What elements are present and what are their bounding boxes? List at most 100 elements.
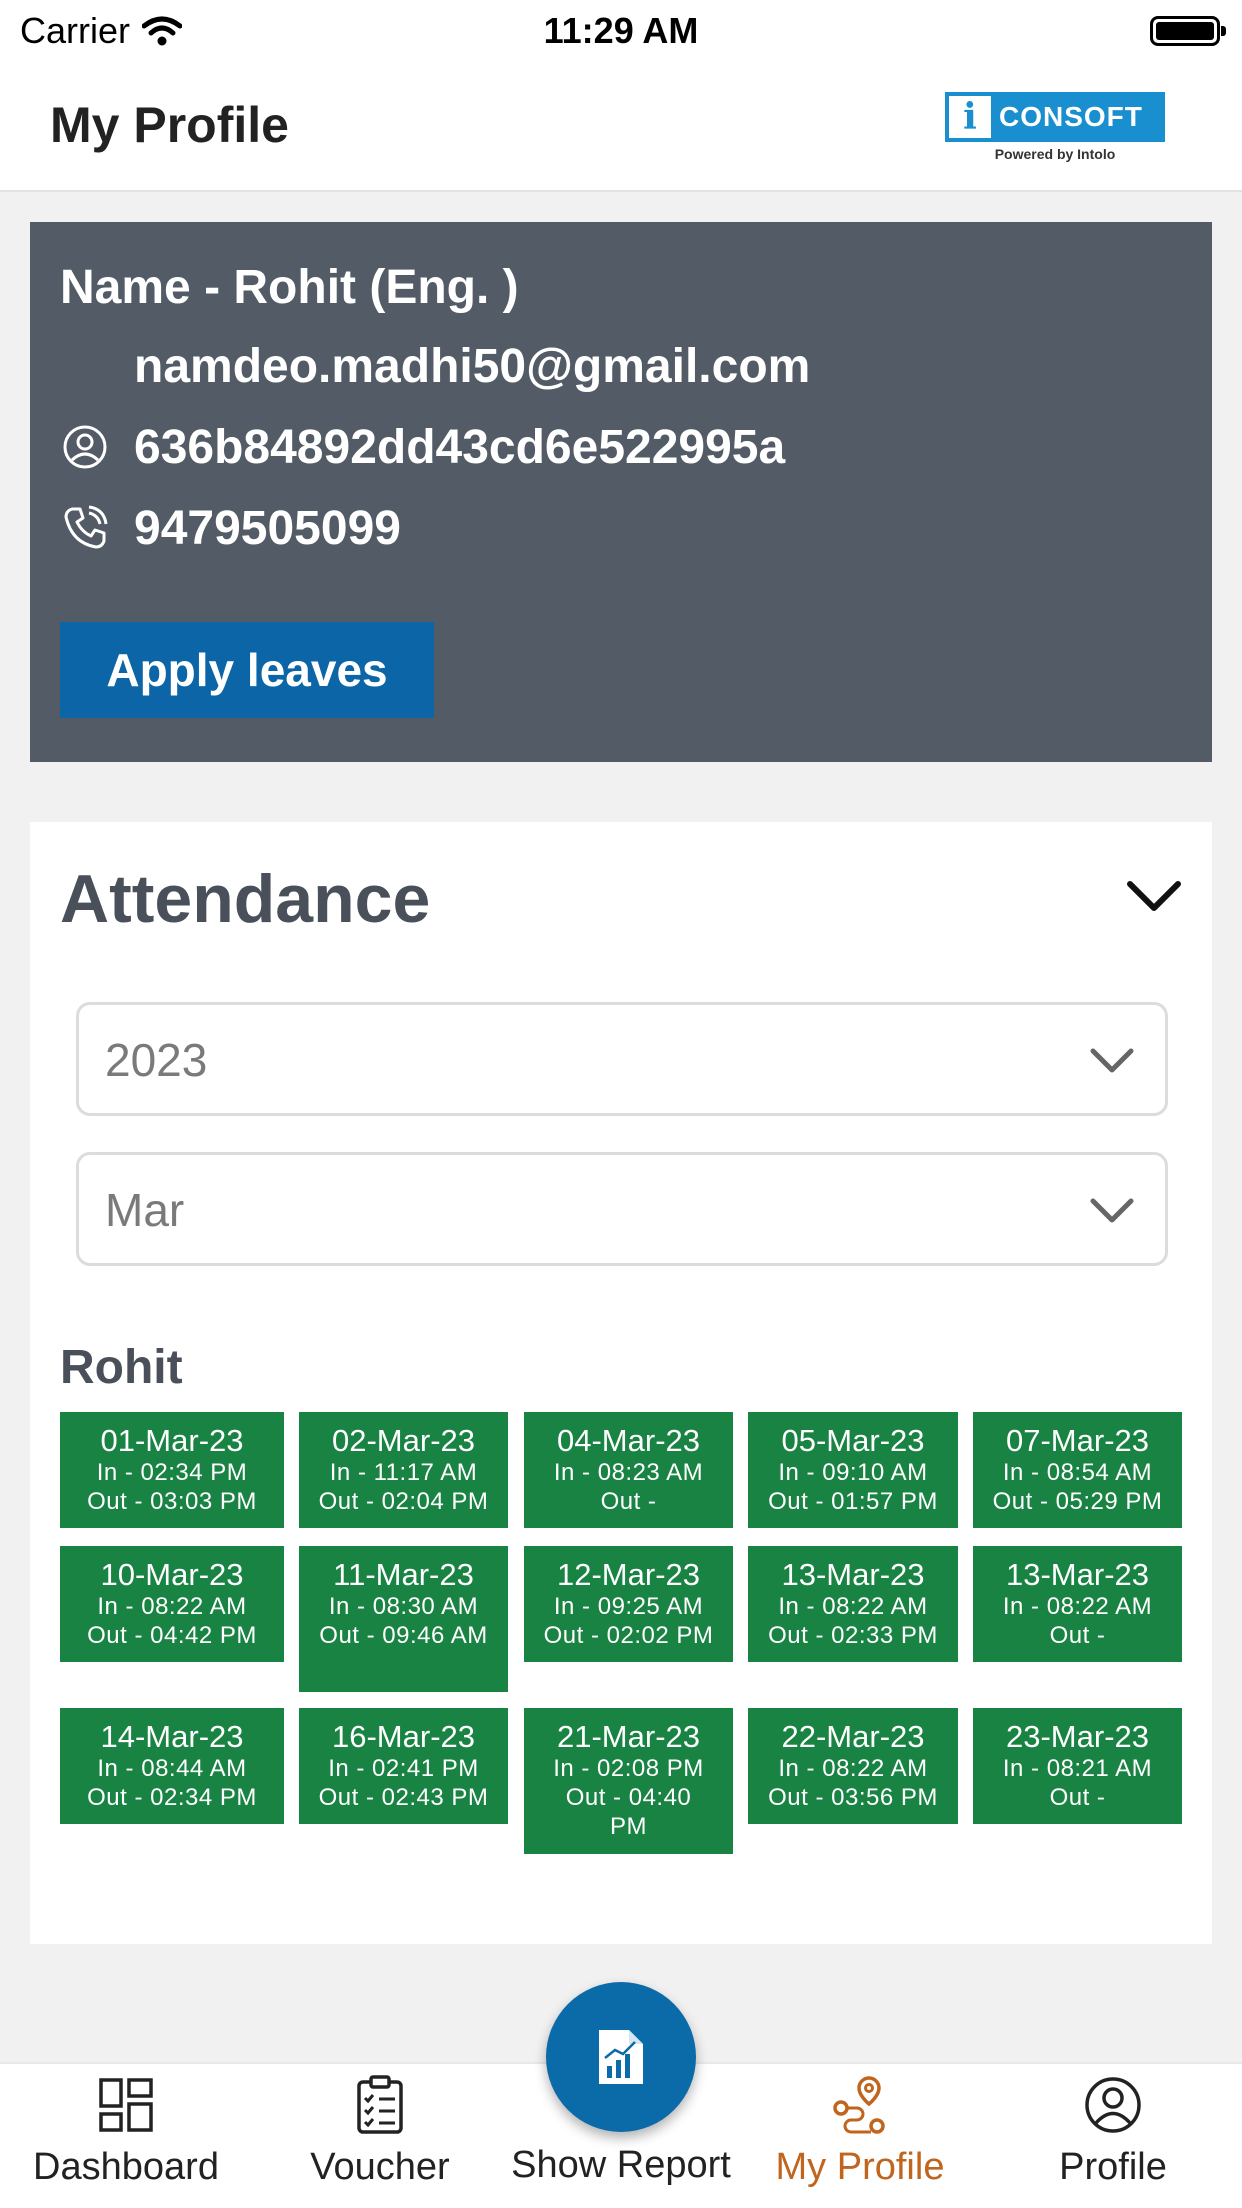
profile-email: namdeo.madhi50@gmail.com xyxy=(134,339,811,393)
nav-profile[interactable]: Profile xyxy=(1000,2064,1226,2208)
tile-date: 04-Mar-23 xyxy=(557,1423,700,1458)
attendance-tile[interactable]: 01-Mar-23 In - 02:34 PM Out - 03:03 PM xyxy=(60,1412,284,1528)
tile-in-time: In - 02:34 PM xyxy=(96,1459,248,1486)
status-time: 11:29 AM xyxy=(543,10,699,51)
attendance-tile[interactable]: 04-Mar-23 In - 08:23 AM Out - xyxy=(524,1412,733,1528)
tile-in-time: In - 08:54 AM xyxy=(1002,1459,1153,1486)
tile-in-time: In - 09:25 AM xyxy=(553,1593,704,1620)
tile-out-time: Out - xyxy=(600,1488,657,1515)
tile-in-time: In - 11:17 AM xyxy=(329,1459,478,1486)
year-select-value: 2023 xyxy=(105,1034,208,1086)
attendance-card: Attendance 2023 Mar Rohit 01-Mar-23 In -… xyxy=(30,822,1212,1944)
attendance-tile[interactable]: 02-Mar-23 In - 11:17 AM Out - 02:04 PM xyxy=(299,1412,508,1528)
tile-out-time: Out - 02:33 PM xyxy=(768,1622,938,1649)
status-bar: Carrier 11:29 AM xyxy=(0,0,1242,64)
tile-out-time: Out - 05:29 PM xyxy=(992,1488,1163,1515)
tile-in-time: In - 02:41 PM xyxy=(328,1755,479,1782)
attendance-tile[interactable]: 13-Mar-23 In - 08:22 AM Out - 02:33 PM xyxy=(748,1546,958,1662)
attendance-tile[interactable]: 10-Mar-23 In - 08:22 AM Out - 04:42 PM xyxy=(60,1546,284,1662)
profile-user-id: 636b84892dd43cd6e522995a xyxy=(134,420,786,474)
tile-date: 01-Mar-23 xyxy=(100,1423,244,1458)
clipboard-checklist-icon xyxy=(357,2075,403,2134)
tile-in-time: In - 08:30 AM xyxy=(328,1593,479,1620)
user-id-row: 636b84892dd43cd6e522995a xyxy=(60,417,785,477)
tile-date: 02-Mar-23 xyxy=(332,1423,475,1458)
tile-out-time: Out - 02:02 PM xyxy=(543,1622,714,1649)
show-report-button[interactable] xyxy=(546,1982,696,2132)
phone-row: 9479505099 xyxy=(60,498,401,558)
tile-out-time: Out - 03:56 PM xyxy=(768,1784,938,1811)
attendance-tile[interactable]: 12-Mar-23 In - 09:25 AM Out - 02:02 PM xyxy=(524,1546,733,1662)
nav-dashboard[interactable]: Dashboard xyxy=(0,2064,252,2208)
email-row: namdeo.madhi50@gmail.com xyxy=(60,336,810,396)
email-icon xyxy=(60,341,110,391)
tile-out-time: Out - 04:40 PM xyxy=(565,1784,692,1840)
chevron-down-icon xyxy=(1090,1048,1134,1073)
tile-in-time: In - 08:21 AM xyxy=(1002,1755,1153,1782)
tile-out-time: Out - xyxy=(1049,1622,1106,1649)
tile-out-time: Out - 02:43 PM xyxy=(318,1784,489,1811)
month-select-value: Mar xyxy=(105,1184,185,1236)
page-title: My Profile xyxy=(50,97,289,153)
year-select[interactable]: 2023 xyxy=(76,1002,1168,1116)
user-circle-icon xyxy=(1085,2077,1141,2133)
user-circle-icon xyxy=(60,422,110,472)
tile-date: 11-Mar-23 xyxy=(333,1557,474,1592)
profile-phone: 9479505099 xyxy=(134,501,401,555)
tile-out-time: Out - 04:42 PM xyxy=(87,1622,257,1649)
dashboard-icon xyxy=(99,2078,153,2132)
tile-out-time: Out - 01:57 PM xyxy=(768,1488,938,1515)
phone-icon xyxy=(60,503,110,553)
consoft-logo: i CONSOFT Powered by Intolo xyxy=(945,92,1165,164)
tile-date: 13-Mar-23 xyxy=(781,1557,925,1592)
attendance-tile[interactable]: 22-Mar-23 In - 08:22 AM Out - 03:56 PM xyxy=(748,1708,958,1824)
attendance-tile[interactable]: 23-Mar-23 In - 08:21 AM Out - xyxy=(973,1708,1182,1824)
nav-my-profile-label: My Profile xyxy=(775,2146,945,2188)
tile-in-time: In - 09:10 AM xyxy=(778,1459,928,1486)
tile-date: 23-Mar-23 xyxy=(1006,1719,1149,1754)
attendance-tile[interactable]: 13-Mar-23 In - 08:22 AM Out - xyxy=(973,1546,1182,1662)
tile-in-time: In - 08:44 AM xyxy=(97,1755,247,1782)
tile-in-time: In - 08:22 AM xyxy=(97,1593,247,1620)
tile-out-time: Out - 02:34 PM xyxy=(87,1784,257,1811)
tile-date: 12-Mar-23 xyxy=(557,1557,700,1592)
tile-date: 07-Mar-23 xyxy=(1006,1423,1149,1458)
attendance-person-name: Rohit xyxy=(60,1341,183,1394)
month-select[interactable]: Mar xyxy=(76,1152,1168,1266)
profile-name: Name - Rohit (Eng. ) xyxy=(60,261,519,314)
tile-date: 22-Mar-23 xyxy=(781,1719,925,1754)
tile-out-time: Out - 03:03 PM xyxy=(87,1488,257,1515)
nav-profile-label: Profile xyxy=(1059,2146,1167,2188)
report-chart-icon xyxy=(599,2030,643,2084)
battery-icon xyxy=(1150,16,1226,46)
apply-leaves-button[interactable]: Apply leaves xyxy=(60,622,434,718)
nav-dashboard-label: Dashboard xyxy=(33,2146,219,2188)
tile-in-time: In - 08:22 AM xyxy=(778,1755,928,1782)
tile-in-time: In - 02:08 PM xyxy=(553,1755,704,1782)
logo-i-icon: i xyxy=(949,96,991,138)
tile-out-time: Out - 09:46 AM xyxy=(319,1622,488,1649)
tile-out-time: Out - xyxy=(1049,1784,1106,1811)
logo-subtitle: Powered by Intolo xyxy=(994,146,1116,162)
attendance-tile[interactable]: 11-Mar-23 In - 08:30 AM Out - 09:46 AM xyxy=(299,1546,508,1692)
nav-voucher-label: Voucher xyxy=(310,2146,450,2188)
app-header: My Profile i CONSOFT Powered by Intolo xyxy=(0,64,1242,192)
chevron-down-icon xyxy=(1090,1198,1134,1223)
show-report-label[interactable]: Show Report xyxy=(490,2144,752,2187)
attendance-tile[interactable]: 21-Mar-23 In - 02:08 PM Out - 04:40 PM xyxy=(524,1708,733,1854)
tile-date: 14-Mar-23 xyxy=(100,1719,244,1754)
profile-card: Name - Rohit (Eng. ) namdeo.madhi50@gmai… xyxy=(30,222,1212,762)
nav-my-profile[interactable]: My Profile xyxy=(744,2064,976,2208)
tile-date: 16-Mar-23 xyxy=(332,1719,475,1754)
attendance-tile[interactable]: 16-Mar-23 In - 02:41 PM Out - 02:43 PM xyxy=(299,1708,508,1824)
attendance-tile[interactable]: 07-Mar-23 In - 08:54 AM Out - 05:29 PM xyxy=(973,1412,1182,1528)
logo-wordmark: CONSOFT xyxy=(999,101,1143,132)
attendance-heading: Attendance xyxy=(60,861,431,937)
attendance-tile[interactable]: 05-Mar-23 In - 09:10 AM Out - 01:57 PM xyxy=(748,1412,958,1528)
attendance-tile[interactable]: 14-Mar-23 In - 08:44 AM Out - 02:34 PM xyxy=(60,1708,284,1824)
nav-voucher[interactable]: Voucher xyxy=(262,2064,498,2208)
collapse-chevron-icon[interactable] xyxy=(1126,876,1182,916)
tile-out-time: Out - 02:04 PM xyxy=(318,1488,489,1515)
tile-date: 10-Mar-23 xyxy=(100,1557,244,1592)
tile-date: 05-Mar-23 xyxy=(781,1423,925,1458)
